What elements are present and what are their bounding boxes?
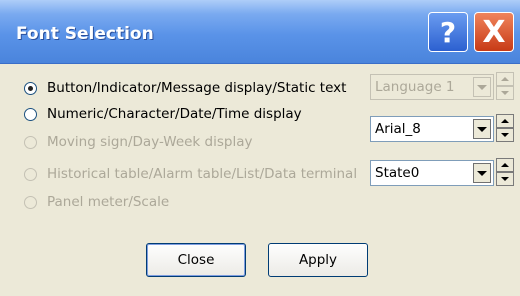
radio-label: Numeric/Character/Date/Time display — [47, 106, 302, 122]
apply-button-label: Apply — [298, 252, 338, 268]
chevron-down-icon — [473, 77, 491, 97]
close-icon: X — [482, 14, 506, 50]
chevron-down-icon[interactable] — [473, 163, 491, 183]
font-select[interactable]: Arial_8 — [370, 116, 494, 142]
spin-up-icon[interactable] — [496, 158, 514, 172]
radio-option-moving-sign: Moving sign/Day-Week display — [24, 130, 252, 154]
spin-down-icon — [496, 86, 514, 100]
help-button[interactable]: ? — [428, 12, 468, 52]
help-icon: ? — [439, 15, 457, 49]
font-select-value: Arial_8 — [375, 121, 421, 137]
radio-label: Historical table/Alarm table/List/Data t… — [47, 166, 358, 182]
radio-label: Panel meter/Scale — [47, 194, 170, 210]
apply-button[interactable]: Apply — [268, 243, 368, 277]
chevron-down-icon[interactable] — [473, 119, 491, 139]
radio-disabled-icon — [24, 195, 37, 209]
radio-option-historical-table: Historical table/Alarm table/List/Data t… — [24, 162, 357, 186]
language-spinner — [496, 72, 514, 100]
radio-disabled-icon — [24, 135, 37, 149]
spin-up-icon — [496, 72, 514, 86]
spin-down-icon[interactable] — [496, 128, 514, 142]
language-select-value: Language 1 — [375, 79, 455, 95]
close-button[interactable]: Close — [146, 243, 246, 277]
radio-option-button-indicator[interactable]: Button/Indicator/Message display/Static … — [24, 76, 346, 100]
close-button-label: Close — [177, 252, 215, 268]
spin-up-icon[interactable] — [496, 114, 514, 128]
language-select: Language 1 — [370, 74, 494, 100]
font-selection-dialog: Font Selection ? X Button/Indicator/Mess… — [0, 0, 520, 296]
spin-down-icon[interactable] — [496, 172, 514, 186]
font-spinner[interactable] — [496, 114, 514, 142]
state-select[interactable]: State0 — [370, 160, 494, 186]
title-bar: Font Selection ? X — [0, 0, 520, 64]
state-select-value: State0 — [375, 165, 420, 181]
radio-option-numeric-character[interactable]: Numeric/Character/Date/Time display — [24, 102, 302, 126]
dialog-title: Font Selection — [16, 24, 154, 44]
close-window-button[interactable]: X — [474, 12, 514, 52]
radio-label: Moving sign/Day-Week display — [47, 134, 253, 150]
radio-unselected-icon[interactable] — [24, 107, 37, 121]
state-spinner[interactable] — [496, 158, 514, 186]
radio-disabled-icon — [24, 167, 37, 181]
radio-option-panel-meter: Panel meter/Scale — [24, 190, 169, 214]
radio-selected-icon[interactable] — [24, 81, 37, 95]
radio-label: Button/Indicator/Message display/Static … — [47, 80, 347, 96]
